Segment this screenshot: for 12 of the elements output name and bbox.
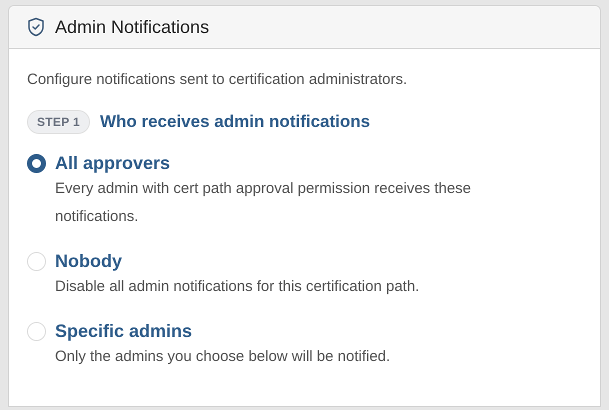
option-description: Only the admins you choose below will be notified. <box>55 346 390 366</box>
card-title: Admin Notifications <box>55 16 210 38</box>
option-label[interactable]: All approvers <box>55 150 515 174</box>
step-badge: STEP 1 <box>27 110 90 134</box>
option-description: Disable all admin notifications for this certification path. <box>55 276 420 296</box>
option-label[interactable]: Specific admins <box>55 318 390 342</box>
step-heading: Who receives admin notifications <box>100 111 370 133</box>
radio-button[interactable] <box>27 154 46 172</box>
option-label[interactable]: Nobody <box>55 248 420 272</box>
card-description: Configure notifications sent to certification administrators. <box>27 70 408 90</box>
option-description: Every admin with cert path approval permission receives these notifications. <box>55 178 472 226</box>
shield-check-icon <box>27 17 45 37</box>
